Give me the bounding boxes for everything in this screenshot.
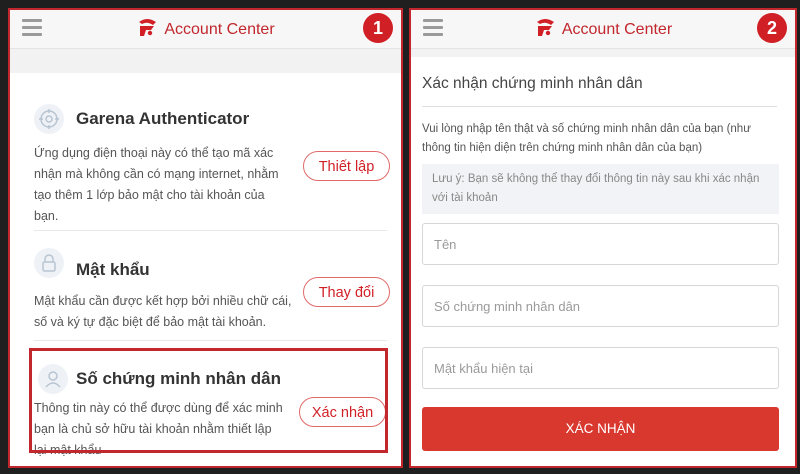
brand-header: Account Center (10, 18, 401, 40)
lock-icon (34, 248, 64, 278)
current-password-input[interactable] (422, 347, 779, 389)
change-password-button[interactable]: Thay đổi (303, 277, 390, 307)
submit-button[interactable]: XÁC NHẬN (422, 407, 779, 451)
authenticator-section: Garena Authenticator Ứng dụng điện thoại… (34, 94, 390, 223)
section-divider (34, 230, 387, 231)
top-bar: Account Center 2 (411, 10, 795, 49)
id-number-input[interactable] (422, 285, 779, 327)
header-spacer (10, 49, 401, 73)
garena-logo-icon (139, 19, 157, 36)
step-badge: 1 (363, 13, 393, 43)
heading-divider (422, 106, 777, 107)
id-verification-panel: Account Center 2 Xác nhận chứng minh nhâ… (409, 8, 797, 468)
note-box: Lưu ý: Bạn sẽ không thể thay đổi thông t… (422, 164, 779, 214)
name-input[interactable] (422, 223, 779, 265)
section-description: Mật khẩu cần được kết hợp bởi nhiều chữ … (34, 294, 292, 329)
account-security-panel: Account Center 1 Garena Authenticator Ứn… (8, 8, 403, 468)
garena-logo-icon (536, 19, 554, 36)
form-heading: Xác nhận chứng minh nhân dân (422, 75, 643, 92)
section-title: Garena Authenticator (76, 109, 250, 128)
header-spacer (411, 49, 795, 57)
brand-name: Account Center (561, 21, 673, 38)
brand-header: Account Center (411, 18, 795, 40)
step-badge: 2 (757, 13, 787, 43)
brand-name: Account Center (164, 21, 275, 38)
form-instruction: Vui lòng nhập tên thật và số chứng minh … (422, 123, 751, 154)
top-bar: Account Center 1 (10, 10, 401, 49)
setup-authenticator-button[interactable]: Thiết lập (303, 151, 390, 181)
password-section: Mật khẩu Mật khẩu cần được kết hợp bởi n… (34, 242, 390, 332)
section-description: Ứng dụng điện thoại này có thể tạo mã xá… (34, 146, 279, 223)
section-title: Mật khẩu (76, 260, 150, 279)
note-text: Bạn sẽ không thể thay đổi thông tin này … (432, 173, 760, 204)
shield-icon (34, 104, 64, 134)
highlight-frame (29, 348, 388, 453)
section-divider (34, 340, 387, 341)
note-label: Lưu ý: (432, 173, 465, 185)
